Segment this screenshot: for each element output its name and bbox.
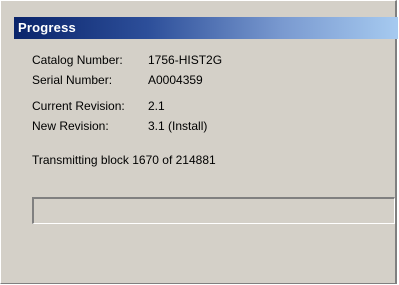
catalog-number-row: Catalog Number: 1756-HIST2G (32, 53, 222, 67)
new-revision-label: New Revision: (32, 119, 109, 133)
window-title: Progress (18, 20, 76, 35)
new-revision-value: 3.1 (Install) (148, 119, 208, 133)
serial-number-label: Serial Number: (32, 73, 113, 87)
progress-bar (32, 197, 395, 224)
serial-number-value: A0004359 (148, 73, 203, 87)
catalog-number-label: Catalog Number: (32, 53, 123, 67)
title-bar[interactable]: Progress (14, 17, 398, 39)
catalog-number-value: 1756-HIST2G (148, 53, 223, 67)
progress-dialog: Progress Catalog Number: 1756-HIST2G Ser… (0, 0, 398, 284)
current-revision-row: Current Revision: 2.1 (32, 99, 165, 113)
new-revision-row: New Revision: 3.1 (Install) (32, 119, 207, 133)
current-revision-value: 2.1 (148, 99, 165, 113)
serial-number-row: Serial Number: A0004359 (32, 73, 203, 87)
current-revision-label: Current Revision: (32, 99, 125, 113)
transmit-status-text: Transmitting block 1670 of 214881 (32, 153, 216, 167)
